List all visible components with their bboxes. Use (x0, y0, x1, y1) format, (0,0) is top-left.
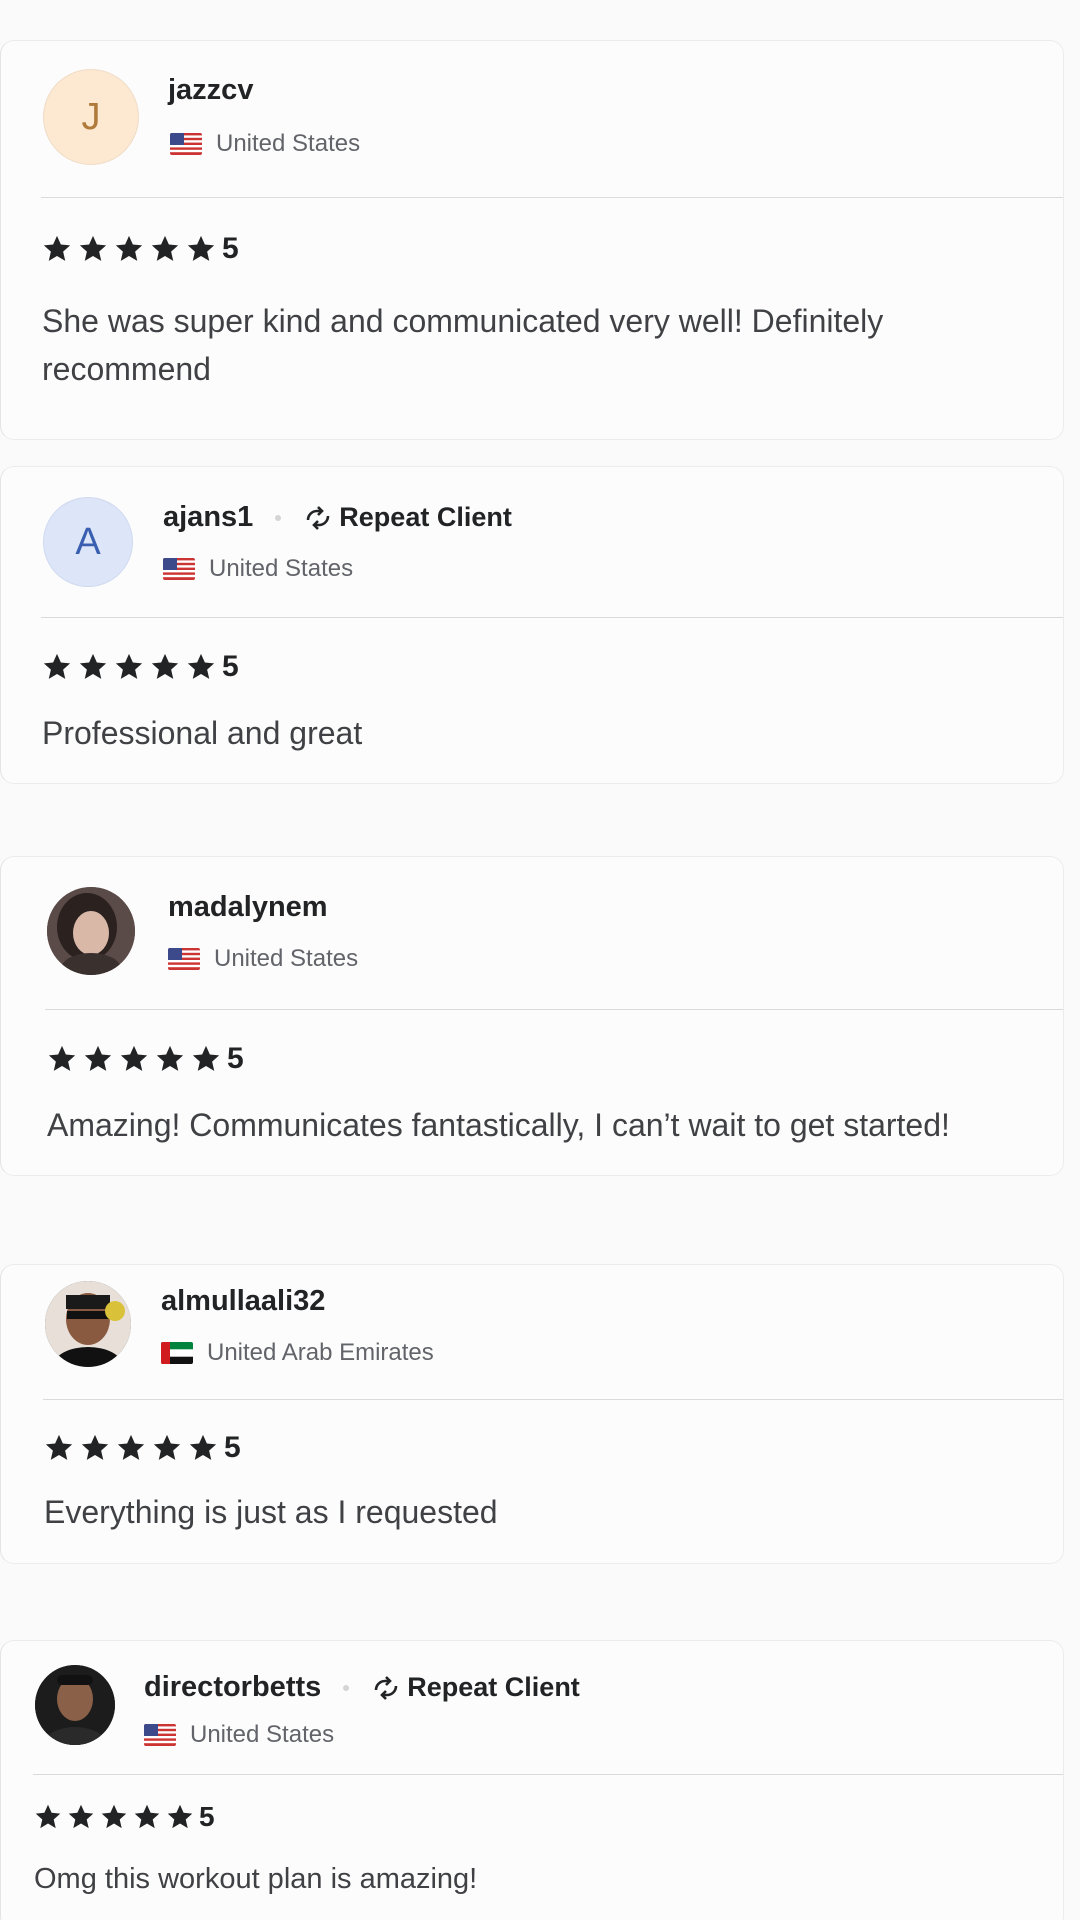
star-icon (101, 1804, 127, 1829)
divider (41, 197, 1063, 198)
uae-flag-icon (161, 1342, 193, 1364)
rating: 5 (44, 1431, 241, 1465)
star-rating (34, 1803, 199, 1831)
rating: 5 (47, 1042, 244, 1076)
avatar[interactable] (45, 1281, 131, 1367)
divider (33, 1774, 1063, 1775)
star-icon (115, 653, 143, 679)
repeat-icon (371, 1675, 401, 1701)
reviews-list: J jazzcv United States 5 She was super k… (0, 0, 1080, 1920)
avatar[interactable] (35, 1665, 115, 1745)
divider (41, 617, 1063, 618)
star-rating (42, 234, 222, 264)
star-icon (68, 1804, 94, 1829)
star-icon (48, 1045, 76, 1071)
review-card: J jazzcv United States 5 She was super k… (0, 40, 1064, 440)
avatar[interactable] (47, 887, 135, 975)
divider (45, 1009, 1063, 1010)
rating: 5 (34, 1801, 215, 1833)
rating-value: 5 (227, 1042, 244, 1075)
reviewer-country: United States (216, 130, 361, 157)
star-rating (44, 1433, 224, 1463)
review-card: A ajans1 Repeat Client United States 5 P… (0, 466, 1064, 784)
star-icon (84, 1045, 112, 1071)
star-icon (79, 235, 107, 261)
repeat-client-badge: Repeat Client (407, 1672, 580, 1702)
star-icon (167, 1804, 193, 1829)
reviewer-country: United States (190, 1721, 335, 1748)
reviewer-country: United States (214, 945, 359, 972)
star-icon (120, 1045, 148, 1071)
review-card: madalynem United States 5 Amazing! Commu… (0, 856, 1064, 1176)
rating-value: 5 (222, 232, 239, 265)
reviewer-country: United States (209, 555, 354, 582)
review-text: She was super kind and communicated very… (42, 303, 884, 387)
star-icon (192, 1045, 220, 1071)
star-icon (187, 235, 215, 261)
star-icon (43, 235, 71, 261)
star-icon (151, 653, 179, 679)
rating: 5 (42, 232, 239, 266)
us-flag-icon (163, 558, 195, 580)
star-icon (81, 1434, 109, 1460)
us-flag-icon (168, 948, 200, 970)
reviewer-username[interactable]: madalynem (168, 891, 328, 924)
star-icon (189, 1434, 217, 1460)
star-icon (43, 653, 71, 679)
reviewer-username[interactable]: ajans1 (163, 501, 253, 534)
review-card: almullaali32 United Arab Emirates 5 Ever… (0, 1264, 1064, 1564)
star-icon (35, 1804, 61, 1829)
rating-value: 5 (199, 1801, 215, 1832)
star-icon (156, 1045, 184, 1071)
repeat-client-badge: Repeat Client (339, 502, 512, 532)
review-text: Everything is just as I requested (44, 1494, 498, 1530)
review-text: Amazing! Communicates fantastically, I c… (47, 1107, 950, 1143)
star-icon (153, 1434, 181, 1460)
star-icon (134, 1804, 160, 1829)
avatar[interactable]: A (43, 497, 133, 587)
rating-value: 5 (222, 650, 239, 683)
repeat-icon (303, 505, 333, 531)
divider (43, 1399, 1063, 1400)
review-text: Professional and great (42, 715, 363, 751)
separator-dot (275, 514, 282, 521)
rating-value: 5 (224, 1431, 241, 1464)
us-flag-icon (170, 133, 202, 155)
star-icon (151, 235, 179, 261)
review-card: directorbetts Repeat Client United State… (0, 1640, 1064, 1920)
separator-dot (343, 1684, 350, 1691)
star-icon (117, 1434, 145, 1460)
avatar[interactable]: J (43, 69, 139, 165)
star-icon (115, 235, 143, 261)
star-rating (47, 1044, 227, 1074)
reviewer-username[interactable]: directorbetts (144, 1671, 321, 1704)
star-icon (79, 653, 107, 679)
reviewer-country: United Arab Emirates (207, 1339, 434, 1366)
star-rating (42, 652, 222, 682)
review-text: Omg this workout plan is amazing! (34, 1863, 478, 1895)
star-icon (187, 653, 215, 679)
us-flag-icon (144, 1724, 176, 1746)
rating: 5 (42, 650, 239, 684)
reviewer-username[interactable]: almullaali32 (161, 1285, 325, 1318)
reviewer-username[interactable]: jazzcv (168, 74, 253, 107)
star-icon (45, 1434, 73, 1460)
